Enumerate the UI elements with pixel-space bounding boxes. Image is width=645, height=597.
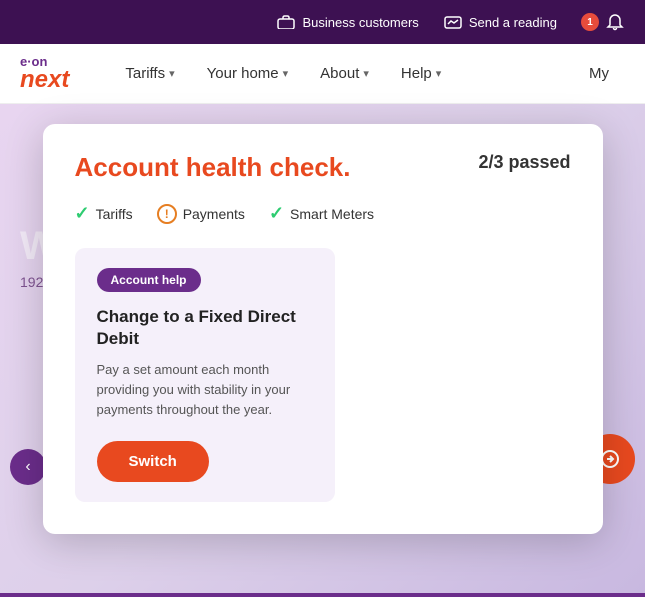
logo-next: next xyxy=(20,68,69,92)
nav-item-about[interactable]: About ▾ xyxy=(304,44,385,104)
warning-icon: ! xyxy=(157,204,177,224)
nav-bar: e·on next Tariffs ▾ Your home ▾ About ▾ … xyxy=(0,44,645,104)
logo[interactable]: e·on next xyxy=(20,55,69,92)
modal-overlay: Account health check. 2/3 passed ✓ Tarif… xyxy=(0,104,645,597)
check-icon: ✓ xyxy=(75,203,90,224)
health-items-row: ✓ Tariffs ! Payments ✓ Smart Meters xyxy=(75,203,571,224)
tariffs-label: Tariffs xyxy=(96,206,133,222)
chevron-down-icon: ▾ xyxy=(169,67,175,80)
nav-item-tariffs[interactable]: Tariffs ▾ xyxy=(109,44,190,104)
nav-item-your-home[interactable]: Your home ▾ xyxy=(191,44,305,104)
nav-my-label: My xyxy=(589,65,609,82)
top-bar: Business customers Send a reading 1 xyxy=(0,0,645,44)
account-health-modal: Account health check. 2/3 passed ✓ Tarif… xyxy=(43,124,603,534)
modal-title: Account health check. xyxy=(75,152,351,183)
health-item-payments: ! Payments xyxy=(157,204,245,224)
card-tag: Account help xyxy=(97,268,201,292)
business-customers-label: Business customers xyxy=(302,15,418,30)
nav-help-label: Help xyxy=(401,65,432,82)
switch-button[interactable]: Switch xyxy=(97,441,209,482)
chevron-down-icon: ▾ xyxy=(436,67,442,80)
chevron-down-icon: ▾ xyxy=(363,67,369,80)
modal-header: Account health check. 2/3 passed xyxy=(75,152,571,183)
nav-item-my-account[interactable]: My xyxy=(573,44,625,104)
send-reading-link[interactable]: Send a reading xyxy=(443,12,557,32)
nav-item-help[interactable]: Help ▾ xyxy=(385,44,457,104)
check-icon: ✓ xyxy=(269,203,284,224)
health-item-smart-meters: ✓ Smart Meters xyxy=(269,203,374,224)
nav-tariffs-label: Tariffs xyxy=(125,65,165,82)
card-description: Pay a set amount each month providing yo… xyxy=(97,360,313,420)
send-reading-label: Send a reading xyxy=(469,15,557,30)
account-help-card: Account help Change to a Fixed Direct De… xyxy=(75,248,335,502)
notification-link[interactable]: 1 xyxy=(581,12,625,32)
chevron-down-icon: ▾ xyxy=(283,67,289,80)
business-customers-link[interactable]: Business customers xyxy=(276,12,418,32)
modal-score: 2/3 passed xyxy=(478,152,570,173)
meter-icon xyxy=(443,12,463,32)
payments-label: Payments xyxy=(183,206,245,222)
nav-your-home-label: Your home xyxy=(207,65,279,82)
briefcase-icon xyxy=(276,12,296,32)
notification-badge: 1 xyxy=(581,13,599,31)
nav-about-label: About xyxy=(320,65,359,82)
smart-meters-label: Smart Meters xyxy=(290,206,374,222)
health-item-tariffs: ✓ Tariffs xyxy=(75,203,133,224)
notification-icon xyxy=(605,12,625,32)
card-title: Change to a Fixed Direct Debit xyxy=(97,306,313,350)
